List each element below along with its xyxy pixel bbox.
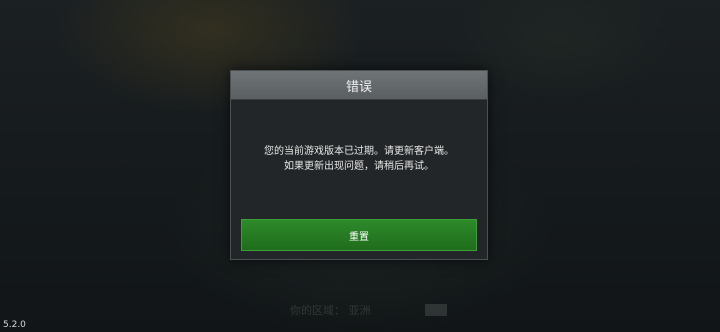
dialog-header: 错误 bbox=[231, 71, 487, 100]
rating-badge-icon bbox=[424, 304, 447, 316]
game-launcher-screen: 你的区域： 亚洲 5.2.0 错误 您的当前游戏版本已过期。请更新客户端。 如果… bbox=[0, 0, 720, 332]
reset-button[interactable]: 重置 bbox=[241, 219, 477, 251]
dialog-title: 错误 bbox=[345, 79, 372, 95]
message-line-1: 您的当前游戏版本已过期。请更新客户端。 bbox=[264, 146, 454, 157]
version-label: 5.2.0 bbox=[3, 320, 26, 330]
region-footer: 你的区域： 亚洲 bbox=[290, 302, 447, 318]
dialog-message: 您的当前游戏版本已过期。请更新客户端。 如果更新出现问题，请稍后再试。 bbox=[231, 100, 487, 174]
error-dialog: 错误 您的当前游戏版本已过期。请更新客户端。 如果更新出现问题，请稍后再试。 重… bbox=[230, 70, 488, 260]
reset-button-label: 重置 bbox=[349, 231, 369, 243]
server-region-text: 你的区域： 亚洲 bbox=[290, 304, 371, 317]
message-line-2: 如果更新出现问题，请稍后再试。 bbox=[284, 161, 434, 172]
